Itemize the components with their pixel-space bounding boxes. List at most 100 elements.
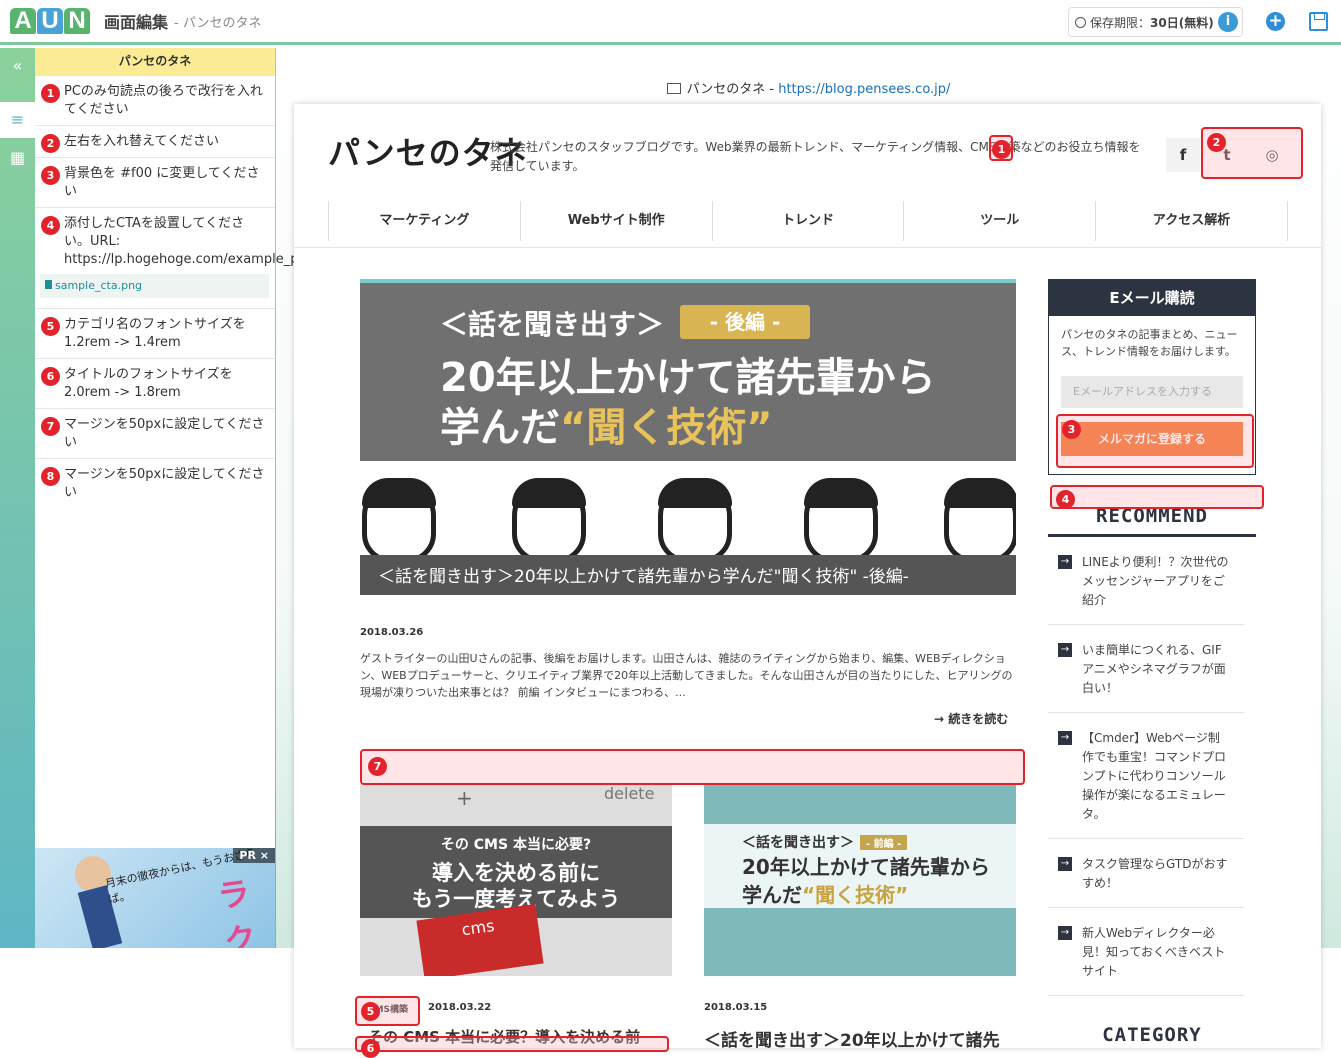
preview-caption: パンセのタネ - https://blog.pensees.co.jp/ — [276, 78, 1341, 97]
card-line1-text: ＜話を聞き出す＞ — [742, 835, 854, 851]
task-number: 5 — [41, 317, 60, 336]
category-heading: CATEGORY — [1102, 1024, 1202, 1046]
recommend-heading: RECOMMEND — [1048, 505, 1256, 537]
marker-number: 3 — [1062, 420, 1081, 439]
recommend-title: 新人Webディレクター必見！知っておくべきベストサイト — [1082, 926, 1226, 978]
task-item[interactable]: 5 カテゴリ名のフォントサイズを1.2rem -> 1.4rem — [35, 309, 275, 359]
hero-image[interactable]: ＜話を聞き出す＞ - 後編 - 20年以上かけて諸先輩から 学んだ“聞く技術” … — [360, 279, 1016, 595]
logo-letter-a: A — [10, 8, 36, 34]
collapse-icon[interactable]: « — [0, 48, 35, 84]
annotation-marker[interactable]: 1 — [989, 135, 1013, 161]
recommend-title: LINEより便利！？次世代のメッセンジャーアプリをご紹介 — [1082, 555, 1229, 607]
save-icon[interactable] — [1309, 12, 1328, 31]
recommend-item[interactable]: → 新人Webディレクター必見！知っておくべきベストサイト — [1048, 908, 1244, 996]
task-number: 8 — [41, 467, 60, 486]
pr-banner[interactable]: 月末の徹夜からは、もうおさらば。 ラクスト PR × — [35, 848, 275, 948]
preview-site-name: パンセのタネ — [686, 82, 766, 97]
newsletter-heading: Eメール購読 — [1049, 280, 1255, 316]
facebook-icon[interactable]: f — [1166, 138, 1200, 172]
card-tag: - 前編 - — [860, 835, 908, 850]
annotation-marker[interactable]: 3 — [1056, 414, 1254, 468]
task-number: 1 — [41, 84, 60, 103]
task-item[interactable]: 6 タイトルのフォントサイズを2.0rem -> 1.8rem — [35, 359, 275, 409]
sidebar: Eメール購読 パンセのタネの記事まとめ、ニュース、トレンド情報をお届けします。 … — [1048, 279, 1256, 1046]
annotation-marker[interactable]: 7 — [360, 749, 1025, 785]
task-number: 4 — [41, 216, 60, 235]
recommend-item[interactable]: → 【Cmder】Webページ制作でも重宝！コマンドプロンプトに代わりコンソール操… — [1048, 713, 1244, 839]
arrow-right-icon: → — [1058, 555, 1072, 569]
keyboard-key-delete: delete — [604, 784, 655, 803]
card-line3-accent: “聞く技術” — [802, 883, 909, 907]
annotation-marker[interactable]: 5 — [355, 996, 420, 1026]
marker-number: 2 — [1207, 133, 1226, 152]
card-date: 2018.03.15 — [704, 1002, 768, 1013]
marker-number: 7 — [368, 757, 387, 776]
recommend-title: タスク管理ならGTDがおすすめ！ — [1082, 857, 1228, 890]
image-icon — [666, 83, 681, 94]
hero-caption: ＜話を聞き出す＞20年以上かけて諸先輩から学んだ"聞く技術" -後編- — [360, 555, 1016, 595]
recommend-item[interactable]: → タスク管理ならGTDがおすすめ！ — [1048, 839, 1244, 908]
task-text: マージンを50pxに設定してください — [64, 467, 265, 500]
marker-number: 6 — [361, 1039, 380, 1058]
newsletter-description: パンセのタネの記事まとめ、ニュース、トレンド情報をお届けします。 — [1061, 328, 1238, 358]
task-item[interactable]: 8 マージンを50pxに設定してください — [35, 459, 275, 508]
card-band: その CMS 本当に必要? 導入を決める前に もう一度考えてみよう — [360, 826, 672, 918]
task-item[interactable]: 7 マージンを50pxに設定してください — [35, 409, 275, 459]
global-nav: マーケティング Webサイト制作 トレンド ツール アクセス解析 — [328, 201, 1288, 241]
arrow-right-icon: → — [1058, 731, 1072, 745]
hero-illustration — [360, 461, 1016, 563]
task-item[interactable]: 4 添付したCTAを設置してください。URL: https://lp.hogeho… — [35, 208, 327, 309]
preview-separator: - — [765, 82, 779, 97]
task-number: 7 — [41, 417, 60, 436]
logo-letter-n: N — [64, 8, 90, 34]
annotation-marker[interactable]: 2 — [1201, 127, 1303, 179]
banner-brand: ラクスト — [215, 873, 259, 948]
annotation-marker[interactable]: 4 — [1050, 485, 1264, 509]
face-illustration — [362, 478, 436, 563]
pr-close-button[interactable]: PR × — [233, 848, 275, 863]
marker-number: 1 — [992, 140, 1011, 159]
period-value: 30日(無料) — [1150, 15, 1214, 30]
info-icon[interactable]: i — [1218, 12, 1238, 32]
task-item[interactable]: 2 左右を入れ替えてください — [35, 126, 275, 158]
nav-item-tools[interactable]: ツール — [903, 201, 1095, 241]
recommend-title: 【Cmder】Webページ制作でも重宝！コマンドプロンプトに代わりコンソール操作… — [1082, 731, 1227, 821]
grid-view-icon[interactable]: ▦ — [0, 140, 35, 176]
email-field[interactable]: Eメールアドレスを入力する — [1061, 376, 1243, 408]
nav-divider — [294, 247, 1321, 248]
nav-item-web[interactable]: Webサイト制作 — [519, 201, 712, 241]
period-label: 保存期限： — [1090, 15, 1151, 30]
list-view-icon[interactable]: ≡ — [0, 102, 35, 138]
recommend-item[interactable]: → LINEより便利！？次世代のメッセンジャーアプリをご紹介 — [1048, 537, 1244, 625]
hero-tag: - 後編 - — [680, 305, 810, 339]
card-line1: その CMS 本当に必要? — [440, 837, 592, 853]
hero-title-line2: 学んだ“聞く技術” — [440, 395, 773, 453]
face-illustration — [512, 478, 586, 563]
annotation-marker[interactable]: 6 — [355, 1036, 669, 1058]
card-image-listening[interactable]: ＜話を聞き出す＞ - 前編 - 20年以上かけて諸先輩から 学んだ“聞く技術” — [704, 784, 1016, 976]
face-illustration — [804, 478, 878, 563]
read-more-link[interactable]: → 続きを読む — [934, 710, 1008, 727]
card-line2: 20年以上かけて諸先輩から — [742, 855, 990, 879]
page-preview[interactable]: パンセのタネ 株式会社パンセのスタッフブログです。Web業界の最新トレンド、マー… — [294, 104, 1321, 1048]
nav-item-marketing[interactable]: マーケティング — [328, 201, 520, 241]
task-text: マージンを50pxに設定してください — [64, 417, 265, 450]
task-text: 背景色を #f00 に変更してください — [64, 166, 260, 199]
attachment-link[interactable]: sample_cta.png — [40, 274, 269, 298]
preview-url[interactable]: https://blog.pensees.co.jp/ — [778, 82, 950, 97]
task-number: 6 — [41, 367, 60, 386]
marker-number: 4 — [1056, 490, 1075, 509]
hero-subtitle: ＜話を聞き出す＞ — [440, 308, 665, 341]
task-panel: パンセのタネ 1 PCのみ句読点の後ろで改行を入れてください 2 左右を入れ替えてく… — [35, 48, 327, 848]
task-item[interactable]: 1 PCのみ句読点の後ろで改行を入れてください — [35, 76, 275, 126]
task-text: 左右を入れ替えてください — [64, 134, 219, 149]
card-image-cms[interactable]: + delete その CMS 本当に必要? 導入を決める前に もう一度考えてみ… — [360, 784, 672, 976]
aun-logo[interactable]: A U N — [10, 8, 90, 34]
recommend-item[interactable]: → いま簡単につくれる、GIFアニメやシネマグラフが面白い！ — [1048, 625, 1244, 713]
task-number: 3 — [41, 166, 60, 185]
task-item[interactable]: 3 背景色を #f00 に変更してください — [35, 158, 275, 208]
card-title[interactable]: ＜話を聞き出す＞20年以上かけて諸先 — [704, 1026, 1000, 1048]
nav-item-trend[interactable]: トレンド — [711, 201, 904, 241]
add-icon[interactable]: + — [1266, 12, 1285, 31]
nav-item-analytics[interactable]: アクセス解析 — [1095, 201, 1288, 241]
